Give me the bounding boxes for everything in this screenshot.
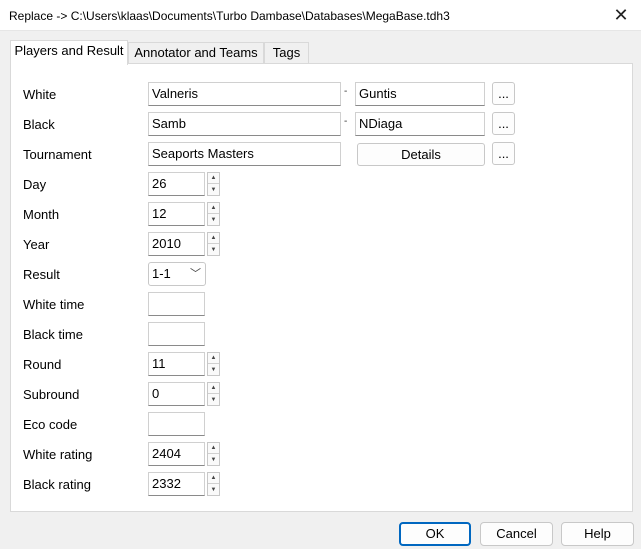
spin-down-icon[interactable]: ▼ — [208, 184, 219, 195]
spin-down-icon[interactable]: ▼ — [208, 364, 219, 375]
day-spinner[interactable]: ▲ ▼ — [207, 172, 220, 196]
black-time-input[interactable] — [148, 322, 205, 346]
white-browse-button[interactable]: ... — [492, 82, 515, 105]
spin-up-icon[interactable]: ▲ — [208, 173, 219, 184]
white-rating-spinner[interactable]: ▲ ▼ — [207, 442, 220, 466]
name-separator: - — [344, 86, 348, 97]
help-button[interactable]: Help — [561, 522, 634, 546]
subround-input[interactable]: 0 — [148, 382, 205, 406]
name-separator: - — [344, 116, 348, 127]
spin-up-icon[interactable]: ▲ — [208, 353, 219, 364]
ok-button[interactable]: OK — [399, 522, 471, 546]
round-spinner[interactable]: ▲ ▼ — [207, 352, 220, 376]
day-label: Day — [23, 177, 47, 192]
white-label: White — [23, 87, 57, 102]
spin-down-icon[interactable]: ▼ — [208, 244, 219, 255]
eco-code-input[interactable] — [148, 412, 205, 436]
white-time-input[interactable] — [148, 292, 205, 316]
black-first-name-input[interactable]: Samb — [148, 112, 341, 136]
month-label: Month — [23, 207, 60, 222]
black-last-name-input[interactable]: NDiaga — [355, 112, 485, 136]
details-button[interactable]: Details — [357, 143, 485, 166]
spin-down-icon[interactable]: ▼ — [208, 394, 219, 405]
spin-up-icon[interactable]: ▲ — [208, 233, 219, 244]
black-rating-spinner[interactable]: ▲ ▼ — [207, 472, 220, 496]
white-rating-label: White rating — [23, 447, 93, 462]
eco-code-label: Eco code — [23, 417, 78, 432]
black-rating-label: Black rating — [23, 477, 91, 492]
result-value: 1-1 — [152, 266, 171, 281]
spin-up-icon[interactable]: ▲ — [208, 203, 219, 214]
black-time-label: Black time — [23, 327, 83, 342]
cancel-button[interactable]: Cancel — [480, 522, 553, 546]
result-label: Result — [23, 267, 60, 282]
spin-down-icon[interactable]: ▼ — [208, 484, 219, 495]
spin-up-icon[interactable]: ▲ — [208, 383, 219, 394]
white-time-label: White time — [23, 297, 85, 312]
white-first-name-input[interactable]: Valneris — [148, 82, 341, 106]
black-rating-input[interactable]: 2332 — [148, 472, 205, 496]
tournament-browse-button[interactable]: ... — [492, 142, 515, 165]
close-icon[interactable]: ✕ — [601, 0, 641, 31]
result-select[interactable]: 1-1 ﹀ — [148, 262, 206, 286]
black-browse-button[interactable]: ... — [492, 112, 515, 135]
window-title: Replace -> C:\Users\klaas\Documents\Turb… — [9, 9, 450, 23]
month-input[interactable]: 12 — [148, 202, 205, 226]
white-rating-input[interactable]: 2404 — [148, 442, 205, 466]
tab-tags[interactable]: Tags — [264, 42, 309, 64]
year-label: Year — [23, 237, 50, 252]
subround-spinner[interactable]: ▲ ▼ — [207, 382, 220, 406]
white-last-name-input[interactable]: Guntis — [355, 82, 485, 106]
tab-annotator-and-teams[interactable]: Annotator and Teams — [128, 42, 264, 64]
tab-players-and-result[interactable]: Players and Result — [10, 40, 128, 65]
spin-up-icon[interactable]: ▲ — [208, 443, 219, 454]
tournament-label: Tournament — [23, 147, 92, 162]
spin-down-icon[interactable]: ▼ — [208, 454, 219, 465]
tournament-input[interactable]: Seaports Masters — [148, 142, 341, 166]
round-input[interactable]: 11 — [148, 352, 205, 376]
title-bar: Replace -> C:\Users\klaas\Documents\Turb… — [0, 0, 641, 31]
chevron-down-icon: ﹀ — [190, 268, 201, 280]
year-input[interactable]: 2010 — [148, 232, 205, 256]
black-label: Black — [23, 117, 55, 132]
day-input[interactable]: 26 — [148, 172, 205, 196]
spin-up-icon[interactable]: ▲ — [208, 473, 219, 484]
year-spinner[interactable]: ▲ ▼ — [207, 232, 220, 256]
month-spinner[interactable]: ▲ ▼ — [207, 202, 220, 226]
round-label: Round — [23, 357, 62, 372]
subround-label: Subround — [23, 387, 80, 402]
spin-down-icon[interactable]: ▼ — [208, 214, 219, 225]
